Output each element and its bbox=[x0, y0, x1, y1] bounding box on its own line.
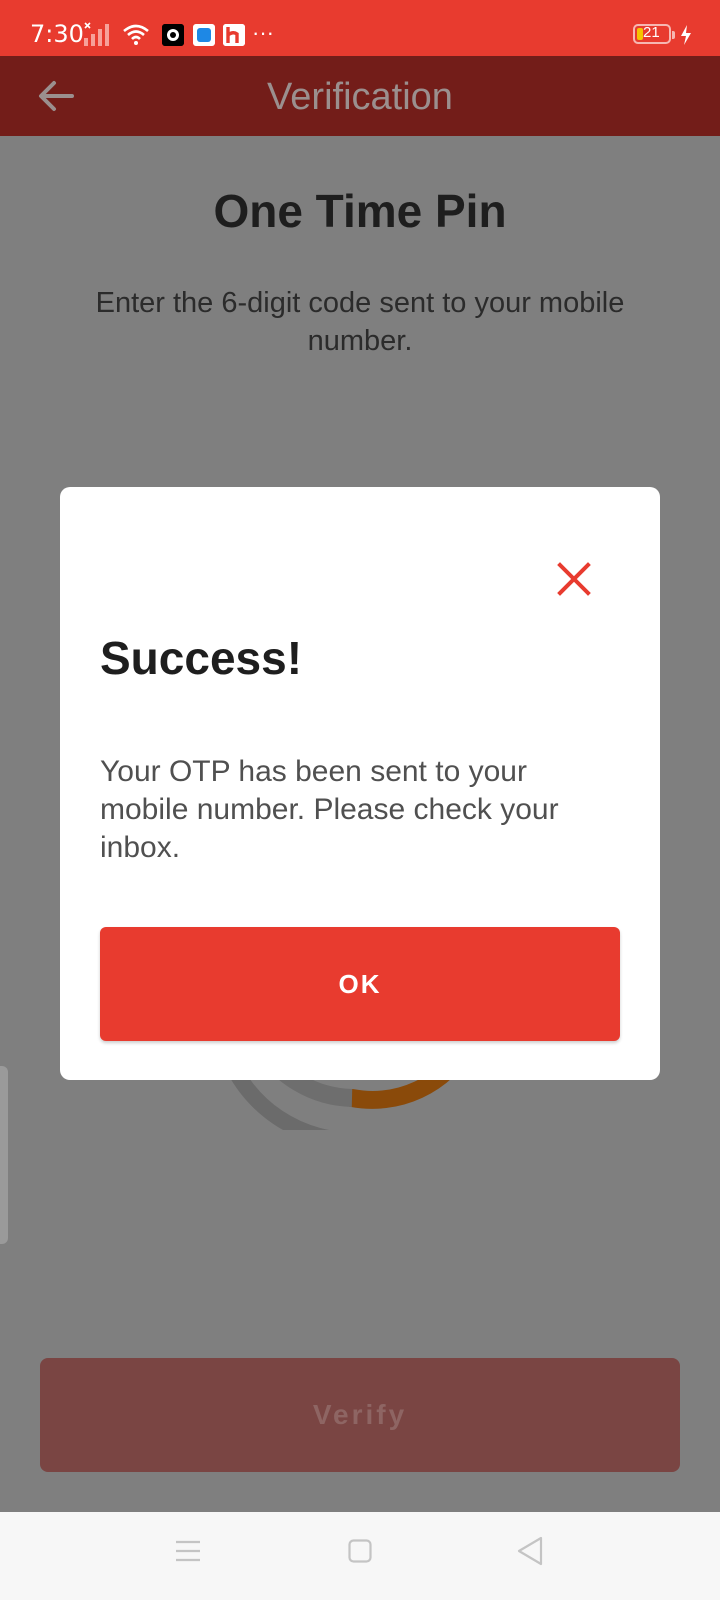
dialog-message: Your OTP has been sent to your mobile nu… bbox=[100, 755, 559, 864]
ok-button[interactable]: OK bbox=[100, 927, 620, 1041]
battery-nub bbox=[672, 31, 675, 39]
app-notification-icon bbox=[193, 24, 215, 46]
battery-percentage: 21 bbox=[643, 24, 660, 41]
dialog-title: Success! bbox=[100, 632, 303, 684]
edge-panel-handle[interactable] bbox=[0, 1066, 8, 1244]
success-dialog: Success! Your OTP has been sent to your … bbox=[60, 487, 660, 1080]
otp-instructions: Enter the 6-digit code sent to your mobi… bbox=[95, 287, 625, 357]
verify-button-label: Verify bbox=[312, 1399, 408, 1430]
more-notifications-indicator: ··· bbox=[252, 20, 274, 45]
wifi-icon bbox=[123, 24, 149, 45]
ok-button-label: OK bbox=[338, 969, 382, 999]
home-square-icon[interactable] bbox=[348, 1539, 372, 1563]
status-bar: 7:30 ··· 21 bbox=[0, 0, 720, 56]
app-notification-icon bbox=[223, 24, 245, 46]
app-notification-icon bbox=[162, 24, 184, 46]
back-triangle-icon[interactable] bbox=[516, 1536, 544, 1566]
close-icon[interactable] bbox=[552, 557, 596, 601]
app-bar: Verification bbox=[0, 56, 720, 136]
status-time: 7:30 bbox=[30, 20, 84, 48]
page-title: Verification bbox=[267, 76, 453, 118]
battery-icon: 21 bbox=[633, 24, 675, 44]
charging-icon bbox=[681, 25, 691, 45]
menu-icon[interactable] bbox=[175, 1538, 201, 1564]
verify-button[interactable]: Verify bbox=[40, 1358, 680, 1472]
signal-icon bbox=[84, 22, 109, 46]
otp-heading: One Time Pin bbox=[213, 185, 507, 237]
navigation-bar bbox=[0, 1512, 720, 1600]
